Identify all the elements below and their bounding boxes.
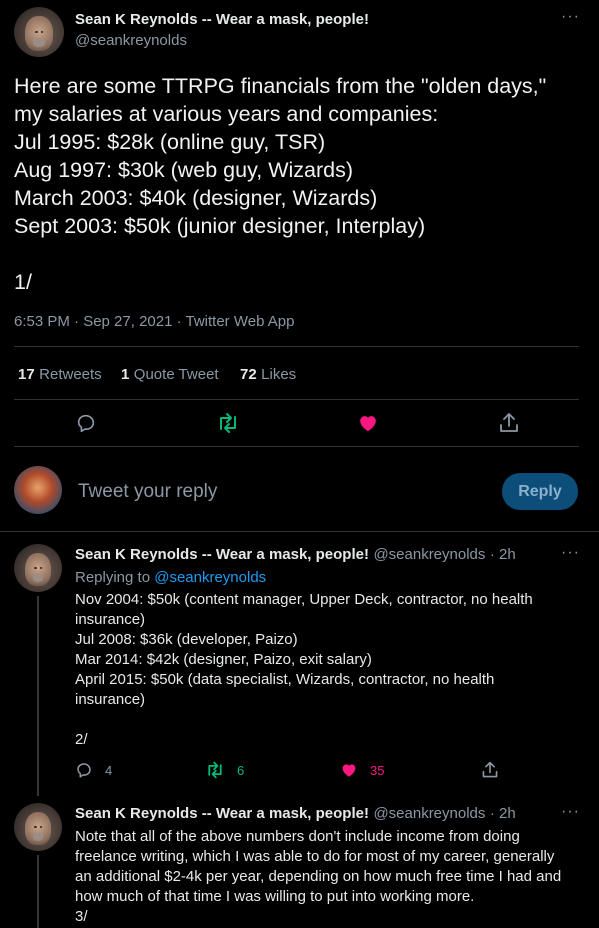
reply-header: Sean K Reynolds -- Wear a mask, people! … — [75, 805, 516, 823]
tweet-text-line-4: Aug 1997: $30k (web guy, Wizards) — [14, 158, 353, 182]
reply-text-line-1: Nov 2004: $50k (content manager, Upper D… — [75, 591, 533, 608]
divider — [0, 531, 599, 532]
quotes-count: 1 — [121, 366, 130, 383]
reply-icon — [77, 763, 91, 778]
reply-text-line-4: Mar 2014: $42k (designer, Paizo, exit sa… — [75, 651, 372, 668]
author-handle[interactable]: @seankreynolds — [75, 32, 187, 49]
reply-text-line-3: Jul 2008: $36k (developer, Paizo) — [75, 631, 298, 648]
avatar-face — [24, 552, 52, 587]
reply-author-name[interactable]: Sean K Reynolds -- Wear a mask, people! — [75, 546, 369, 563]
replying-to: Replying to @seankreynolds — [75, 568, 266, 588]
reply-text-line-5: April 2015: $50k (data specialist, Wizar… — [75, 671, 495, 688]
replying-to-handle[interactable]: @seankreynolds — [154, 569, 266, 586]
like-count: 35 — [370, 762, 385, 778]
retweets-stat[interactable]: 17 Retweets — [18, 366, 102, 384]
reply-time[interactable]: · 2h — [490, 805, 516, 822]
quote-tweets-stat[interactable]: 1 Quote Tweet — [121, 366, 219, 384]
reply-action[interactable]: 4 — [75, 761, 112, 779]
retweet-action[interactable]: 6 — [205, 761, 244, 779]
reply-icon[interactable] — [75, 412, 97, 434]
retweets-count: 17 — [18, 366, 35, 383]
reply-author-avatar[interactable] — [14, 544, 62, 592]
reply-header: Sean K Reynolds -- Wear a mask, people! … — [75, 546, 516, 564]
like-icon — [342, 764, 356, 777]
replying-to-label: Replying to — [75, 569, 151, 586]
reply-text-line-1: Note that all of the above numbers don't… — [75, 828, 520, 845]
reply-text-line-6: insurance) — [75, 691, 146, 708]
more-icon[interactable]: ··· — [561, 803, 580, 821]
tweet-text-line-7: 1/ — [14, 270, 32, 294]
reply-text-line-7: 2/ — [75, 731, 88, 748]
reply-text-line-5: 3/ — [75, 908, 88, 925]
reply-text-line-2: insurance) — [75, 611, 146, 628]
author-name[interactable]: Sean K Reynolds -- Wear a mask, people! — [75, 11, 369, 28]
avatar-face — [25, 16, 53, 51]
reply-text-line-3: an additional $2-4k per year, depending … — [75, 868, 562, 885]
tweet-text-line-3: Jul 1995: $28k (online guy, TSR) — [14, 130, 326, 154]
reply-text-line-4: how much of that time I was willing to p… — [75, 888, 475, 905]
like-icon[interactable] — [357, 412, 379, 434]
tweet-text-line-6: Sept 2003: $50k (junior designer, Interp… — [14, 214, 426, 238]
likes-count: 72 — [240, 366, 257, 383]
reply-author-handle[interactable]: @seankreynolds — [373, 805, 485, 822]
thread-line — [37, 596, 39, 796]
reply-author-name[interactable]: Sean K Reynolds -- Wear a mask, people! — [75, 805, 369, 822]
reply-button[interactable]: Reply — [502, 473, 578, 510]
likes-label: Likes — [261, 366, 297, 383]
reply-count: 4 — [105, 762, 113, 778]
retweet-icon — [208, 761, 222, 779]
quotes-label: Quote Tweet — [133, 366, 219, 383]
retweet-count: 6 — [237, 762, 245, 778]
tweet-text-line-2: my salaries at various years and compani… — [14, 102, 439, 126]
reply-author-handle[interactable]: @seankreynolds — [373, 546, 485, 563]
divider — [14, 446, 579, 447]
reply-author-avatar[interactable] — [14, 803, 62, 851]
reply-input[interactable] — [76, 476, 480, 508]
retweets-label: Retweets — [39, 366, 102, 383]
reply-text-line-2: freelance writing, which I was able to d… — [75, 848, 555, 865]
tweet-timestamp[interactable]: 6:53 PM · Sep 27, 2021 · Twitter Web App — [14, 313, 294, 330]
more-icon[interactable]: ··· — [561, 8, 580, 26]
retweet-icon[interactable] — [216, 412, 240, 434]
like-action[interactable]: 35 — [340, 761, 384, 779]
author-avatar[interactable] — [14, 7, 64, 57]
thread-line — [37, 855, 39, 928]
divider — [14, 399, 579, 400]
more-icon[interactable]: ··· — [561, 544, 580, 562]
share-icon[interactable] — [481, 760, 499, 780]
share-icon[interactable] — [498, 411, 520, 435]
divider — [14, 346, 579, 347]
current-user-avatar[interactable] — [14, 466, 62, 514]
reply-time[interactable]: · 2h — [490, 546, 516, 563]
likes-stat[interactable]: 72 Likes — [240, 366, 296, 384]
tweet-text-line-5: March 2003: $40k (designer, Wizards) — [14, 186, 378, 210]
tweet-text-line-1: Here are some TTRPG financials from the … — [14, 74, 547, 98]
avatar-face — [24, 811, 52, 846]
